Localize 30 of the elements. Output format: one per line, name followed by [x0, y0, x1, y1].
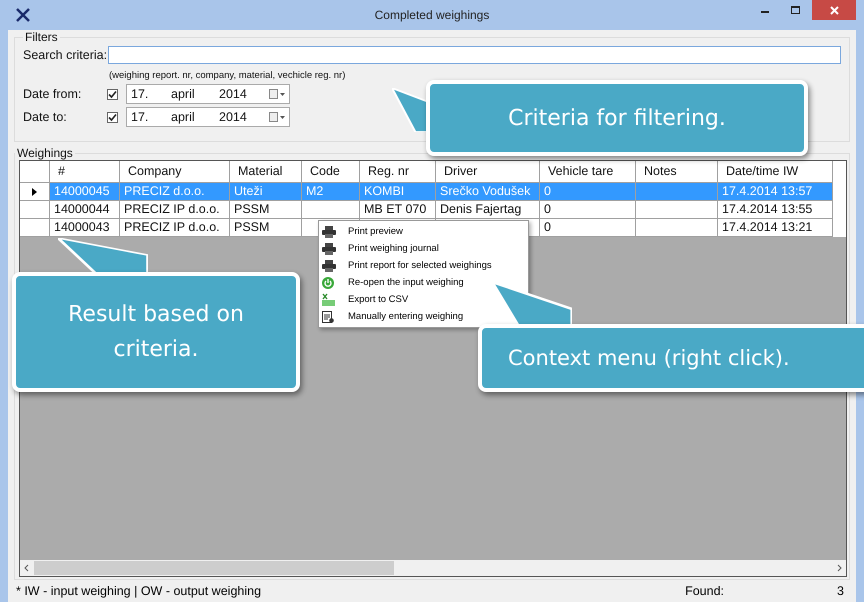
window-title: Completed weighings	[374, 8, 490, 22]
table-cell: 17.4.2014 13:21	[722, 220, 812, 234]
table-cell: Uteži	[234, 184, 262, 198]
table-cell: 0	[544, 184, 551, 198]
group-title: Filters	[24, 30, 59, 44]
search-label: Search criteria:	[23, 48, 108, 62]
found-count: 3	[836, 584, 844, 598]
table-cell: M2	[306, 184, 324, 198]
status-note: * IW - input weighing | OW - output weighing	[16, 584, 262, 598]
table-cell: PRECIZ d.o.o.	[124, 184, 205, 198]
table-cell: PRECIZ IP d.o.o.	[124, 202, 220, 216]
date-label: Date from:	[23, 87, 82, 101]
table-cell: PRECIZ IP d.o.o.	[124, 220, 220, 234]
table-cell: Srečko Vodušek	[440, 184, 530, 198]
table-cell: KOMBI	[364, 184, 404, 198]
table-cell: 14000044	[54, 202, 110, 216]
table-cell: 0	[544, 202, 551, 216]
found-label: Found:	[685, 584, 724, 598]
table-cell: 17.4.2014 13:55	[722, 202, 812, 216]
table-cell: 17.4.2014 13:57	[722, 184, 812, 198]
table-cell: Denis Fajertag	[440, 202, 522, 216]
table-cell: 0	[544, 220, 551, 234]
table-cell: 14000043	[54, 220, 110, 234]
table-cell: PSSM	[234, 202, 270, 216]
search-hint: (weighing report. nr, company, material, vechicle reg. nr)	[109, 70, 346, 81]
table-cell: PSSM	[234, 220, 270, 234]
table-cell: MB ET 070	[364, 202, 426, 216]
date-label: Date to:	[23, 110, 68, 124]
table-cell: 14000045	[54, 184, 110, 198]
group-title: Weighings	[16, 146, 74, 160]
